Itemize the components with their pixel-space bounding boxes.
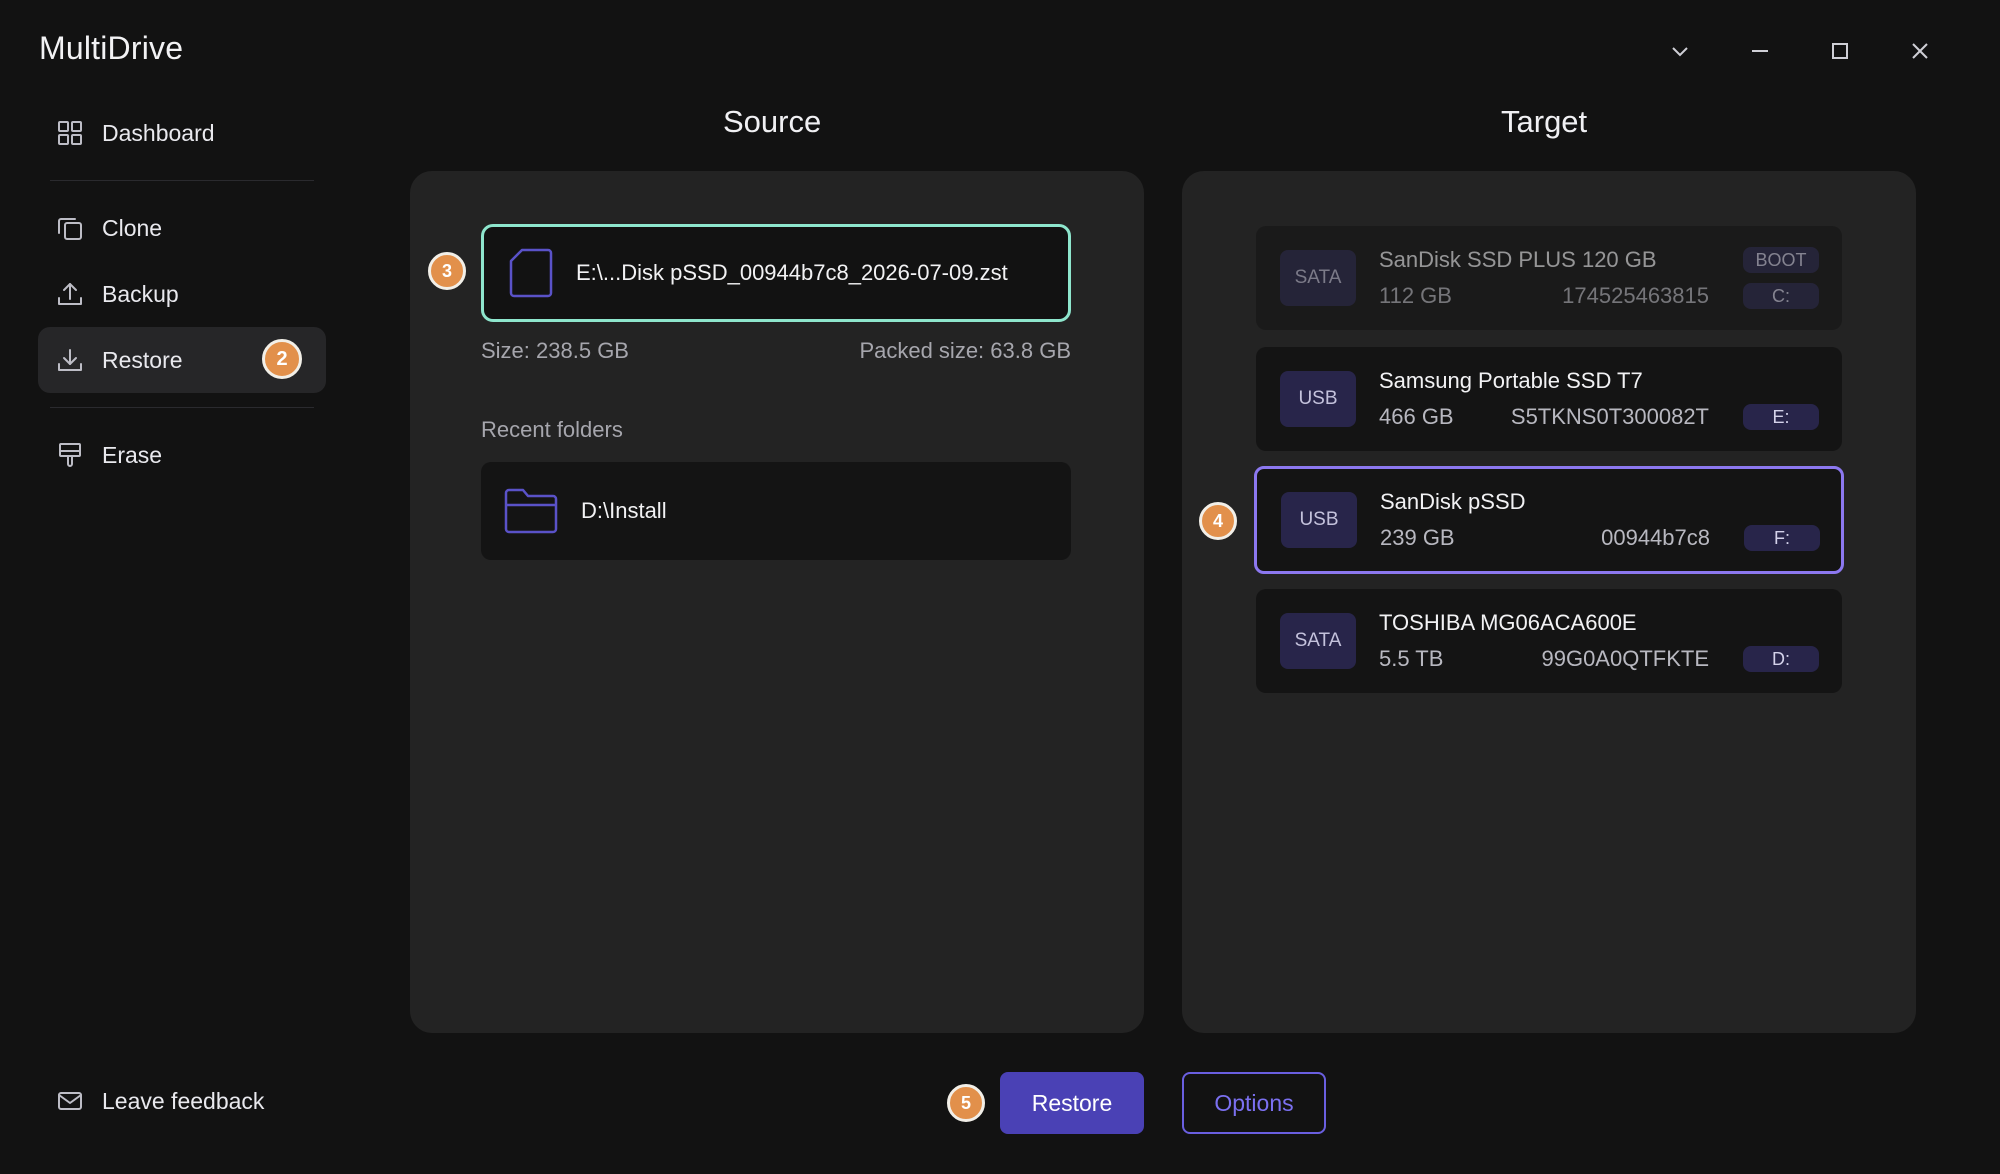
recent-folders-label: Recent folders (481, 417, 623, 442)
file-icon (509, 248, 553, 298)
sidebar-item-dashboard[interactable]: Dashboard (38, 100, 326, 166)
disk-type-badge: SATA (1280, 613, 1356, 669)
step-badge: 2 (262, 339, 302, 379)
target-disk-item-selected[interactable]: USB SanDisk pSSD 239 GB 00944b7c8 F: (1254, 466, 1844, 574)
window-controls (1640, 34, 1960, 68)
close-icon (1912, 43, 1928, 59)
chevron-down-icon (1672, 47, 1688, 57)
target-disk-item[interactable]: SATA TOSHIBA MG06ACA600E 5.5 TB 99G0A0QTF… (1256, 589, 1842, 693)
recent-folder-item[interactable]: D:\Install (481, 462, 1071, 560)
source-title: Source (723, 104, 822, 139)
disk-size: 466 GB (1379, 404, 1454, 429)
mail-icon (56, 1087, 84, 1115)
restore-button[interactable]: Restore (1000, 1072, 1144, 1134)
disk-type-badge: USB (1281, 492, 1357, 548)
disk-type-badge: SATA (1280, 250, 1356, 306)
target-disk-item[interactable]: SATA SanDisk SSD PLUS 120 GB 112 GB 17452… (1256, 226, 1842, 330)
packed-size-label: Packed size: 63.8 GB (859, 338, 1071, 363)
maximize-icon (1832, 43, 1848, 59)
sidebar-item-label: Backup (102, 280, 179, 307)
close-button[interactable] (1880, 34, 1960, 68)
step-badge: 3 (428, 252, 466, 290)
divider (50, 407, 314, 408)
minimize-icon (1752, 50, 1768, 52)
step-badge: 5 (947, 1084, 985, 1122)
drive-letter-badge: C: (1743, 283, 1819, 309)
minimize-button[interactable] (1720, 34, 1800, 68)
disk-serial: S5TKNS0T300082T (1510, 404, 1709, 429)
target-disk-item[interactable]: USB Samsung Portable SSD T7 466 GB S5TKNS… (1256, 347, 1842, 451)
sidebar-item-label: Erase (102, 441, 163, 468)
disk-name: SanDisk SSD PLUS 120 GB (1379, 247, 1657, 272)
disk-info: Samsung Portable SSD T7 466 GB S5TKNS0T30… (1379, 368, 1709, 430)
backup-icon (56, 280, 84, 308)
maximize-button[interactable] (1800, 34, 1880, 68)
drive-letter-badge: D: (1743, 646, 1819, 672)
disk-name: SanDisk pSSD (1380, 489, 1526, 514)
disk-size: 5.5 TB (1379, 646, 1444, 671)
disk-serial: 99G0A0QTFKTE (1541, 646, 1709, 671)
sidebar-item-restore[interactable]: Restore 2 (38, 327, 326, 393)
source-file-selector[interactable]: E:\...Disk pSSD_00944b7c8_2026-07-09.zst (481, 224, 1071, 322)
disk-info: SanDisk SSD PLUS 120 GB 112 GB 1745254638… (1379, 247, 1709, 309)
sidebar-item-label: Clone (102, 214, 163, 241)
options-button[interactable]: Options (1182, 1072, 1326, 1134)
sidebar-item-erase[interactable]: Erase (38, 422, 326, 488)
source-file-path: E:\...Disk pSSD_00944b7c8_2026-07-09.zst (576, 260, 1008, 285)
disk-name: Samsung Portable SSD T7 (1379, 368, 1643, 393)
disk-size: 239 GB (1380, 525, 1455, 550)
tag-spacer (1743, 368, 1819, 394)
disk-info: TOSHIBA MG06ACA600E 5.5 TB 99G0A0QTFKTE (1379, 610, 1709, 672)
disk-size: 112 GB (1379, 283, 1452, 308)
recent-folder-path: D:\Install (581, 498, 667, 523)
tag-spacer (1744, 489, 1820, 515)
folder-icon (504, 488, 558, 534)
tag-spacer (1743, 610, 1819, 636)
disk-name: TOSHIBA MG06ACA600E (1379, 610, 1637, 635)
drive-letter-badge: E: (1743, 404, 1819, 430)
restore-icon (56, 346, 84, 374)
sidebar-item-label: Restore (102, 346, 183, 373)
sidebar-item-clone[interactable]: Clone (38, 195, 326, 261)
step-badge: 4 (1199, 502, 1237, 540)
sidebar-item-label: Dashboard (102, 119, 215, 146)
sidebar: Dashboard Clone Backup Restore 2 Erase (38, 100, 326, 488)
dropdown-button[interactable] (1640, 34, 1720, 68)
boot-badge: BOOT (1743, 247, 1819, 273)
disk-type-badge: USB (1280, 371, 1356, 427)
clone-icon (56, 214, 84, 242)
target-title: Target (1501, 104, 1588, 139)
disk-serial: 174525463815 (1562, 283, 1709, 308)
dashboard-icon (56, 119, 84, 147)
divider (50, 180, 314, 181)
app-title: MultiDrive (39, 30, 184, 66)
sidebar-item-backup[interactable]: Backup (38, 261, 326, 327)
feedback-label: Leave feedback (102, 1087, 265, 1114)
disk-serial: 00944b7c8 (1601, 525, 1710, 550)
size-label: Size: 238.5 GB (481, 338, 629, 363)
erase-icon (56, 441, 84, 469)
drive-letter-badge: F: (1744, 525, 1820, 551)
size-info: Size: 238.5 GB Packed size: 63.8 GB (481, 338, 1071, 364)
leave-feedback-link[interactable]: Leave feedback (38, 1068, 264, 1134)
disk-info: SanDisk pSSD 239 GB 00944b7c8 (1380, 489, 1710, 551)
